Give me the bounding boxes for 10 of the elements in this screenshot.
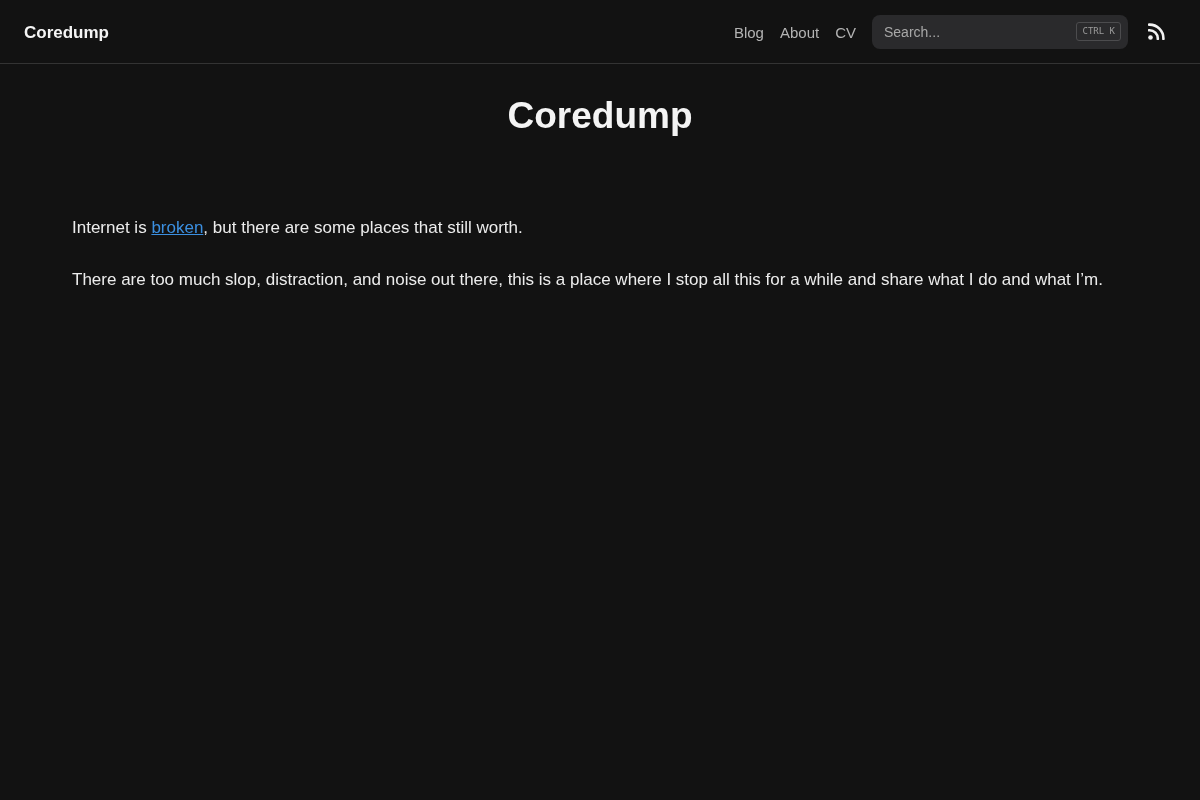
nav-link[interactable]: CV: [835, 22, 856, 41]
site-title-link[interactable]: Coredump: [24, 20, 109, 43]
rss-feed-icon[interactable]: [1148, 23, 1166, 40]
paragraph: Internet is broken, but there are some places that still worth.: [72, 217, 524, 239]
keyboard-shortcut: CTRL K: [1076, 21, 1121, 41]
nav-link[interactable]: About: [779, 22, 820, 41]
text-link[interactable]: broken: [151, 218, 204, 237]
page-title: Coredump: [506, 94, 694, 138]
paragraph: There are too much slop, distraction, and noise out there, this is a place where I stop all this for a while and share what I do and what I’m.: [72, 269, 1104, 291]
nav-link[interactable]: Blog: [733, 22, 764, 41]
